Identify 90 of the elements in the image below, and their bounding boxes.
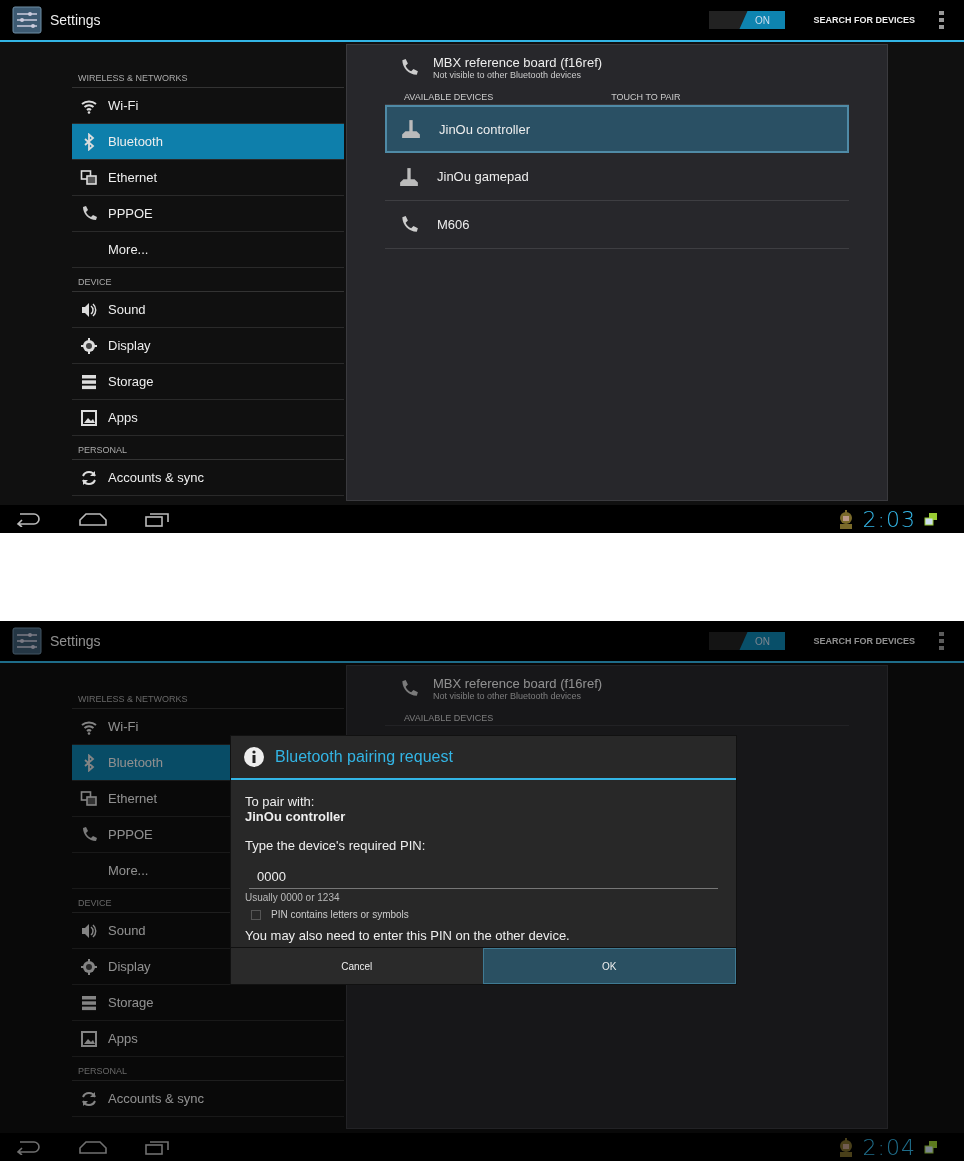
sidebar-item[interactable]: Accounts & sync	[72, 1081, 344, 1117]
sidebar-label: More...	[108, 242, 149, 257]
settings-icon[interactable]	[12, 627, 42, 655]
storage-icon	[80, 993, 98, 1012]
sidebar-label: Display	[108, 338, 151, 353]
section-header: PERSONAL	[78, 1066, 128, 1076]
display-icon	[80, 957, 98, 976]
visibility-status: Not visible to other Bluetooth devices	[433, 691, 583, 701]
sidebar-label: PPPOE	[108, 827, 153, 842]
list-hint: TOUCH TO PAIR	[611, 92, 681, 102]
joystick-icon	[401, 119, 421, 139]
dialog-text: To pair with:	[245, 794, 316, 809]
sound-icon	[80, 300, 98, 319]
sidebar-item[interactable]: Display	[72, 328, 344, 364]
sidebar-item[interactable]: Accounts & sync	[72, 460, 344, 496]
device-row[interactable]: M606	[385, 201, 849, 249]
section-header: DEVICE	[78, 898, 112, 908]
clock-time: 2:03	[862, 506, 916, 532]
device-name: JinOu controller	[439, 121, 531, 137]
settings-icon[interactable]	[12, 6, 42, 34]
sidebar-label: Ethernet	[108, 170, 158, 185]
back-icon[interactable]	[14, 511, 42, 527]
sound-icon	[80, 921, 98, 940]
sync-icon	[80, 468, 98, 487]
sidebar-item[interactable]: Sound	[72, 292, 344, 328]
device-name: JinOu gamepad	[437, 169, 529, 184]
phone-icon	[80, 825, 98, 844]
search-devices-button[interactable]: SEARCH FOR DEVICES	[813, 15, 915, 25]
sidebar-label: Storage	[108, 374, 154, 389]
home-icon[interactable]	[78, 512, 108, 526]
clock-time: 2:04	[862, 1134, 916, 1160]
sidebar-label: Sound	[108, 302, 146, 317]
sidebar-label: Accounts & sync	[108, 1091, 205, 1106]
checkbox[interactable]	[251, 909, 261, 920]
hint-text: Usually 0000 or 1234	[245, 892, 341, 903]
ethernet-icon	[80, 168, 98, 187]
device-row[interactable]: JinOu gamepad	[385, 153, 849, 201]
overflow-menu-icon[interactable]	[939, 11, 944, 29]
apps-icon	[80, 1029, 98, 1048]
sync-icon	[80, 1089, 98, 1108]
sidebar-label: More...	[108, 863, 149, 878]
sidebar-label: Apps	[108, 410, 138, 425]
section-header: PERSONAL	[78, 445, 128, 455]
sidebar-item[interactable]: Apps	[72, 1021, 344, 1057]
section-header: WIRELESS & NETWORKS	[78, 694, 188, 704]
joystick-icon	[399, 166, 419, 187]
overflow-menu-icon[interactable]	[939, 632, 944, 650]
sidebar-label: Sound	[108, 923, 146, 938]
sidebar-label: Bluetooth	[108, 755, 163, 770]
phone-icon	[399, 678, 419, 699]
dialog-button[interactable]: OK	[482, 948, 736, 984]
phone-icon	[80, 204, 98, 223]
section-header: DEVICE	[78, 277, 112, 287]
sidebar-item[interactable]: PPPOE	[72, 196, 344, 232]
app-title: Settings	[50, 633, 101, 649]
search-devices-button[interactable]: SEARCH FOR DEVICES	[813, 636, 915, 646]
recent-apps-icon[interactable]	[144, 1139, 170, 1155]
sidebar-item[interactable]: Storage	[72, 364, 344, 400]
sidebar-item[interactable]: Ethernet	[72, 160, 344, 196]
sidebar-label: Storage	[108, 995, 154, 1010]
sidebar-label: Bluetooth	[108, 134, 163, 149]
phone-icon	[399, 57, 419, 78]
recent-apps-icon[interactable]	[144, 511, 170, 527]
device-row[interactable]: JinOu controller	[385, 105, 849, 153]
visibility-status: Not visible to other Bluetooth devices	[433, 70, 583, 80]
sidebar-label: Ethernet	[108, 791, 158, 806]
list-header: AVAILABLE DEVICES	[404, 713, 494, 723]
list-header: AVAILABLE DEVICES	[404, 92, 494, 102]
sidebar-label: Wi-Fi	[108, 98, 139, 113]
sidebar-label: Wi-Fi	[108, 719, 139, 734]
sidebar-label: Apps	[108, 1031, 138, 1046]
storage-icon	[80, 372, 98, 391]
app-title: Settings	[50, 12, 101, 28]
sidebar-item[interactable]: Apps	[72, 400, 344, 436]
pin-input-field[interactable]: 0000	[249, 865, 718, 889]
sidebar-label: Display	[108, 959, 151, 974]
phone-icon	[399, 214, 419, 235]
sidebar-item[interactable]: Bluetooth	[72, 124, 344, 160]
device-name: M606	[437, 217, 470, 232]
section-header: WIRELESS & NETWORKS	[78, 73, 188, 83]
sidebar-label: PPPOE	[108, 206, 153, 221]
info-icon	[243, 746, 265, 768]
ethernet-icon	[80, 789, 98, 808]
sidebar-label: Accounts & sync	[108, 470, 205, 485]
device-name: MBX reference board (f16ref)	[433, 55, 603, 70]
apps-icon	[80, 408, 98, 427]
notification-icon[interactable]	[924, 512, 938, 526]
device-name: MBX reference board (f16ref)	[433, 676, 603, 691]
display-icon	[80, 336, 98, 355]
sidebar-item[interactable]: More...	[72, 232, 344, 268]
